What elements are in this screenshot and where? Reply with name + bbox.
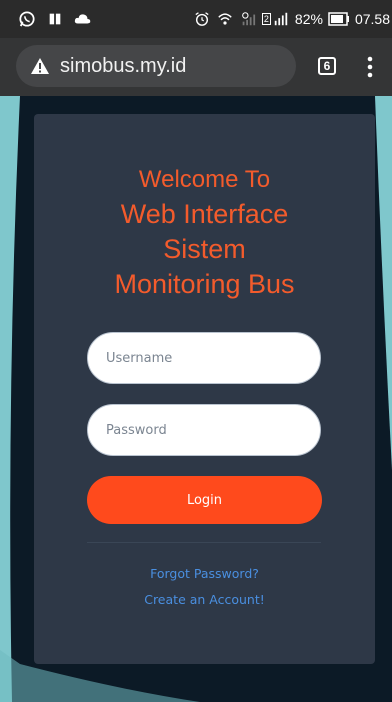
title-line-web-interface: Web Interface: [120, 199, 289, 229]
bookmark-icon: [49, 13, 61, 25]
status-bar: 2 82% 07.58: [0, 0, 392, 38]
create-account-link[interactable]: Create an Account!: [34, 592, 375, 607]
forgot-password-link[interactable]: Forgot Password?: [34, 566, 375, 581]
tab-switcher-button[interactable]: 6: [318, 57, 336, 75]
clock-time: 07.58: [354, 11, 390, 27]
browser-toolbar: simobus.my.id 6: [0, 38, 392, 96]
battery-percent: 82%: [294, 11, 323, 27]
username-placeholder: Username: [106, 350, 173, 366]
login-button[interactable]: Login: [87, 476, 322, 524]
cloud-icon: [74, 14, 91, 24]
divider: [87, 542, 321, 543]
password-input[interactable]: Password: [87, 404, 321, 456]
more-vertical-icon[interactable]: [362, 55, 378, 79]
title-line-sistem: Sistem: [163, 234, 246, 264]
wifi-icon: [218, 13, 232, 25]
signal-icon: [274, 12, 288, 26]
address-bar[interactable]: simobus.my.id: [16, 45, 296, 87]
password-placeholder: Password: [106, 422, 167, 438]
battery-icon: [328, 12, 349, 26]
warning-icon[interactable]: [30, 57, 50, 75]
whatsapp-icon: [19, 11, 35, 27]
signal-icon: [242, 12, 256, 26]
title-line-monitoring-bus: Monitoring Bus: [114, 269, 295, 299]
url-text[interactable]: simobus.my.id: [60, 55, 186, 78]
username-input[interactable]: Username: [87, 332, 321, 384]
login-card: Welcome To Web Interface Sistem Monitori…: [34, 114, 375, 664]
welcome-heading: Welcome To: [138, 166, 271, 193]
alarm-icon: [195, 12, 209, 26]
sim-badge: 2: [261, 13, 271, 25]
